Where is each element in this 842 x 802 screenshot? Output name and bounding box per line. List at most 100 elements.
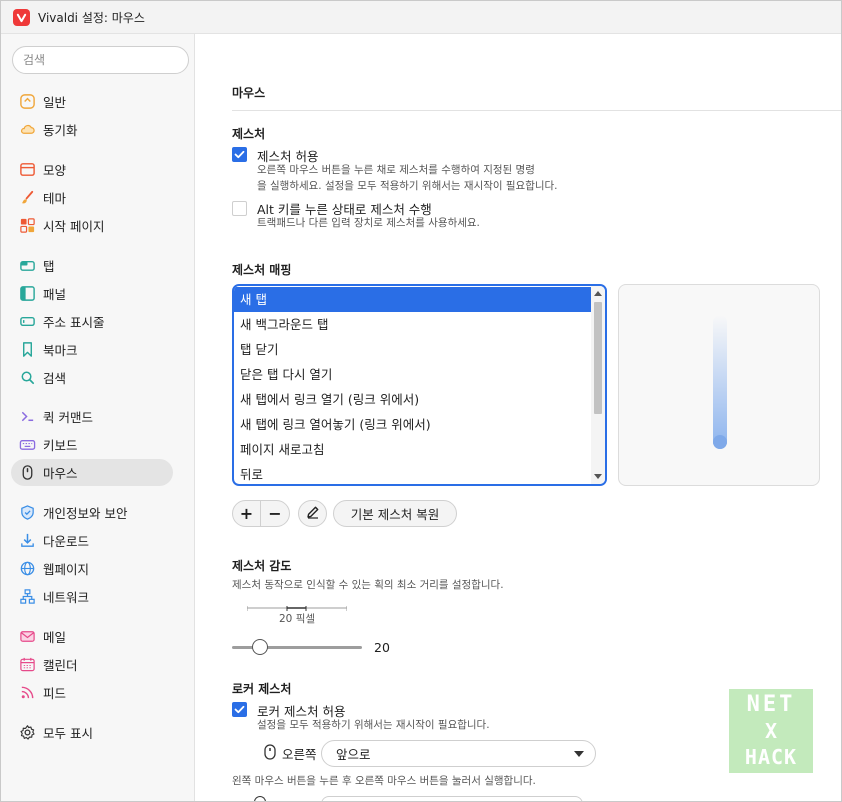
sidebar-item-start-page[interactable]: 시작 페이지 <box>11 212 173 239</box>
sidebar-item-label: 탭 <box>43 259 55 274</box>
shield-icon <box>18 504 36 522</box>
sidebar-item-label: 웹페이지 <box>43 562 90 577</box>
allow-gestures-checkbox[interactable] <box>232 147 247 162</box>
sidebar-item-mouse[interactable]: 마우스 <box>11 459 173 486</box>
sidebar-item-label: 일반 <box>43 95 67 110</box>
gesture-mapping-heading: 제스처 매핑 <box>232 263 292 277</box>
allow-gestures-desc-line1: 오른쪽 마우스 버튼을 누른 채로 제스처를 수행하여 지정된 명령 <box>257 164 535 176</box>
title-bar: Vivaldi 설정: 마우스 <box>1 1 841 34</box>
gesture-mapping-list[interactable]: 새 탭 새 백그라운드 탭 탭 닫기 닫은 탭 다시 열기 새 탭에서 링크 열… <box>232 284 607 486</box>
cloud-icon <box>18 121 36 139</box>
sidebar-item-label: 다운로드 <box>43 534 90 549</box>
sidebar-item-label: 키보드 <box>43 438 78 453</box>
sidebar-item-calendar[interactable]: 캘린더 <box>11 651 173 678</box>
allow-gestures-desc-line2: 을 실행하세요. 설정을 모두 적용하기 위해서는 재시작이 필요합니다. <box>257 180 558 192</box>
gesture-preview <box>618 284 820 486</box>
sidebar-item-label: 메일 <box>43 630 67 645</box>
sidebar-item-label: 캘린더 <box>43 658 78 673</box>
rocker-right-select[interactable]: 앞으로 <box>321 740 596 767</box>
sensitivity-value: 20 <box>374 640 390 655</box>
sidebar-item-address-bar[interactable]: 주소 표시줄 <box>11 308 173 335</box>
sensitivity-slider-thumb[interactable] <box>252 639 268 655</box>
sidebar-item-privacy[interactable]: 개인정보와 보안 <box>11 499 173 526</box>
rocker-left-select[interactable] <box>321 796 583 801</box>
sidebar-item-label: 동기화 <box>43 123 78 138</box>
rocker-right-selected-value: 앞으로 <box>336 747 371 762</box>
scroll-up-icon[interactable] <box>594 291 602 296</box>
sidebar-item-label: 개인정보와 보안 <box>43 506 128 521</box>
sidebar-item-search[interactable]: 검색 <box>11 364 173 391</box>
sidebar-item-label: 모두 표시 <box>43 726 93 741</box>
remove-gesture-button[interactable]: − <box>261 501 289 526</box>
keyboard-icon <box>18 436 36 454</box>
gesture-list-item[interactable]: 뒤로 <box>234 462 591 484</box>
sidebar-item-downloads[interactable]: 다운로드 <box>11 527 173 554</box>
gestures-heading: 제스처 <box>232 127 266 141</box>
gesture-list-item[interactable]: 새 탭에 링크 열어놓기 (링크 위에서) <box>234 412 591 437</box>
allow-rocker-desc: 설정을 모두 적용하기 위해서는 재시작이 필요합니다. <box>257 719 490 731</box>
restore-default-gestures-button[interactable]: 기본 제스처 복원 <box>333 500 457 527</box>
sidebar-item-quick-commands[interactable]: 퀵 커맨드 <box>11 403 173 430</box>
gesture-stroke-preview <box>713 315 727 449</box>
general-icon <box>18 93 36 111</box>
sidebar-item-mail[interactable]: 메일 <box>11 623 173 650</box>
rocker-gestures-heading: 로커 제스처 <box>232 682 292 696</box>
sidebar-item-label: 패널 <box>43 287 67 302</box>
sidebar-item-label: 모양 <box>43 163 67 178</box>
gesture-list-scrollbar[interactable] <box>591 286 605 484</box>
vivaldi-logo-icon <box>13 8 30 26</box>
calendar-icon <box>18 656 36 674</box>
sidebar-item-tabs[interactable]: 탭 <box>11 252 173 279</box>
sidebar-item-label: 주소 표시줄 <box>43 315 105 330</box>
mail-icon <box>18 628 36 646</box>
gesture-end-dot <box>713 435 727 449</box>
scrollbar-thumb[interactable] <box>594 302 602 414</box>
alt-gestures-desc: 트랙패드나 다른 입력 장치로 제스처를 사용하세요. <box>257 217 480 229</box>
sidebar-item-label: 검색 <box>43 371 67 386</box>
sidebar-item-general[interactable]: 일반 <box>11 88 173 115</box>
sidebar-item-feeds[interactable]: 피드 <box>11 679 173 706</box>
sidebar-item-show-all[interactable]: 모두 표시 <box>11 719 173 746</box>
sidebar-item-network[interactable]: 네트워크 <box>11 583 173 610</box>
search-input[interactable] <box>12 46 189 74</box>
sidebar-item-webpages[interactable]: 웹페이지 <box>11 555 173 582</box>
download-icon <box>18 532 36 550</box>
allow-rocker-checkbox[interactable] <box>232 702 247 717</box>
sensitivity-scale-label: 20 픽셀 <box>279 613 316 625</box>
network-icon <box>18 588 36 606</box>
gesture-sensitivity-heading: 제스처 감도 <box>232 559 292 573</box>
appearance-icon <box>18 161 36 179</box>
scroll-down-icon[interactable] <box>594 474 602 479</box>
rocker-right-desc: 왼쪽 마우스 버튼을 누른 후 오른쪽 마우스 버튼을 눌러서 실행합니다. <box>232 775 536 787</box>
gesture-list-item[interactable]: 닫은 탭 다시 열기 <box>234 362 591 387</box>
quick-command-icon <box>18 408 36 426</box>
add-gesture-button[interactable]: + <box>233 501 262 526</box>
sidebar-item-label: 퀵 커맨드 <box>43 410 93 425</box>
gesture-list-item[interactable]: 새 탭에서 링크 열기 (링크 위에서) <box>234 387 591 412</box>
alt-gestures-checkbox[interactable] <box>232 201 247 216</box>
sidebar-item-panels[interactable]: 패널 <box>11 280 173 307</box>
sidebar-item-appearance[interactable]: 모양 <box>11 156 173 183</box>
sidebar-item-keyboard[interactable]: 키보드 <box>11 431 173 458</box>
sidebar-item-theme[interactable]: 테마 <box>11 184 173 211</box>
sidebar-item-bookmarks[interactable]: 북마크 <box>11 336 173 363</box>
settings-sidebar: 일반 동기화 모양 테마 시작 페이지 탭 패널 주소 표시줄 <box>1 34 195 801</box>
sidebar-item-sync[interactable]: 동기화 <box>11 116 173 143</box>
panel-icon <box>18 285 36 303</box>
gesture-list-item[interactable]: 새 백그라운드 탭 <box>234 312 591 337</box>
gesture-list-item[interactable]: 새 탭 <box>234 287 591 312</box>
settings-content: 마우스 제스처 제스처 허용 오른쪽 마우스 버튼을 누른 채로 제스처를 수행… <box>196 34 841 801</box>
feed-icon <box>18 684 36 702</box>
settings-window: Vivaldi 설정: 마우스 일반 동기화 모양 테마 시작 페이지 탭 <box>0 0 842 802</box>
gesture-list-item[interactable]: 탭 닫기 <box>234 337 591 362</box>
chevron-down-icon <box>574 751 584 757</box>
grid-icon <box>18 217 36 235</box>
gear-icon <box>18 724 36 742</box>
gesture-list-item[interactable]: 페이지 새로고침 <box>234 437 591 462</box>
sidebar-item-label: 북마크 <box>43 343 78 358</box>
edit-gesture-button[interactable] <box>298 500 327 527</box>
tab-icon <box>18 257 36 275</box>
address-bar-icon <box>18 313 36 331</box>
mouse-left-icon <box>254 796 266 801</box>
sidebar-item-label: 시작 페이지 <box>43 219 105 234</box>
